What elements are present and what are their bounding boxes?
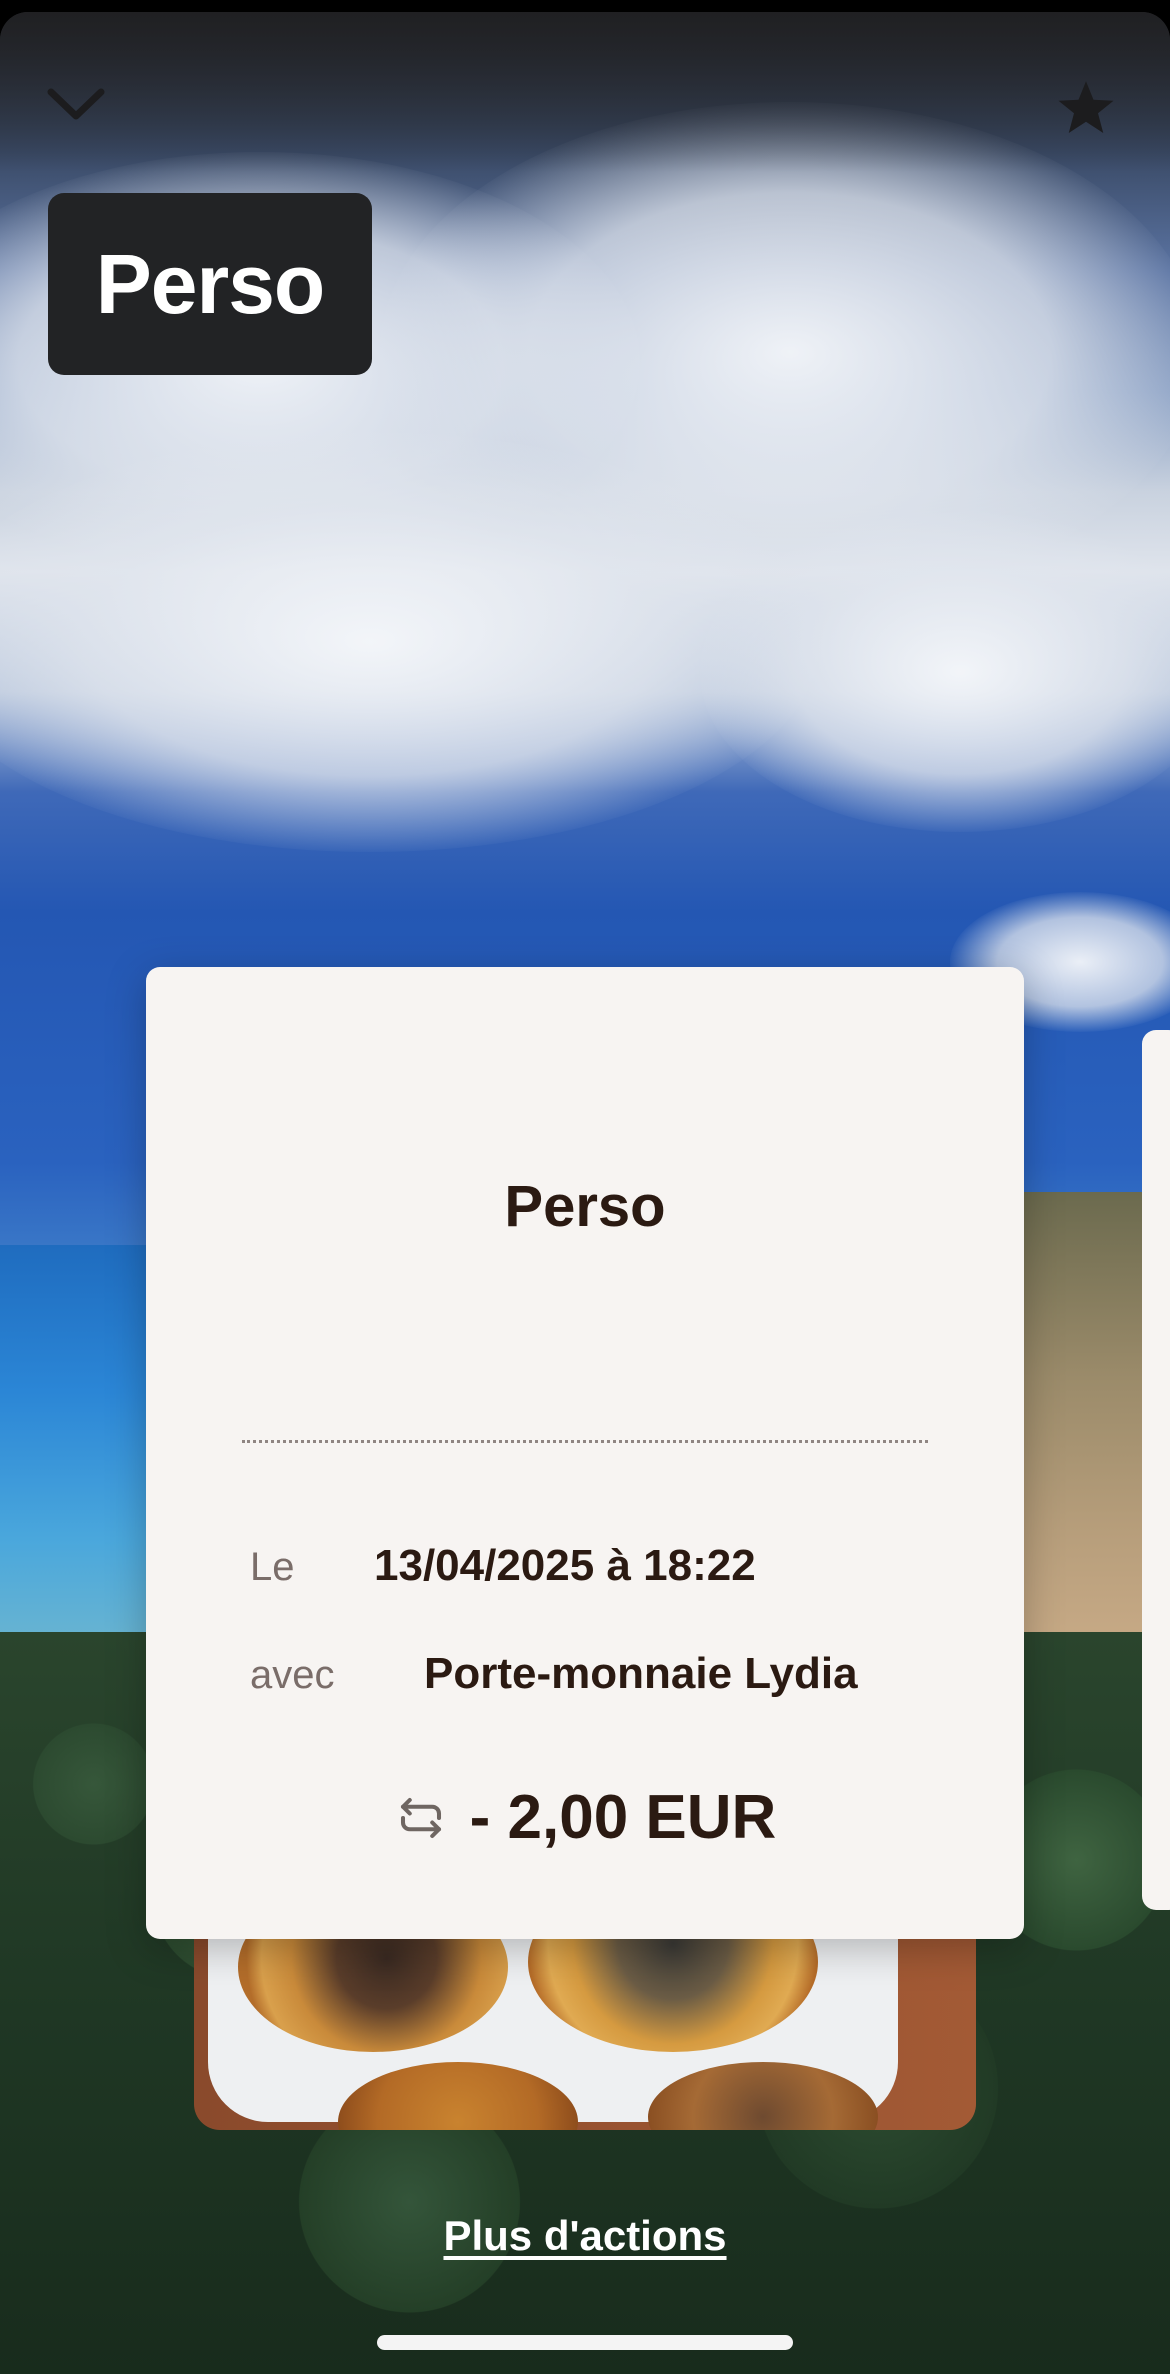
transaction-amount: - 2,00 EUR [469, 1783, 777, 1852]
repeat-icon [400, 1797, 441, 1838]
receipt-title: Perso [504, 1174, 666, 1239]
star-icon [1058, 81, 1114, 133]
date-label: Le [250, 1545, 295, 1589]
amount-row: - 2,00 EUR [146, 1782, 1024, 1853]
collapse-button[interactable] [36, 64, 116, 144]
transaction-detail-screen: Perso Perso Le 13/04/2025 à 18:22 avec P… [0, 12, 1170, 2374]
home-indicator[interactable] [377, 2335, 793, 2350]
favorite-button[interactable] [1046, 68, 1126, 148]
payment-method-label: avec [250, 1653, 335, 1697]
payment-method-value: Porte-monnaie Lydia [424, 1649, 858, 1698]
receipt-divider [242, 1440, 928, 1443]
more-actions-container: Plus d'actions [0, 2212, 1170, 2260]
tart-shape [338, 2062, 578, 2130]
receipt-card: Perso Le 13/04/2025 à 18:22 avec Porte-m… [146, 967, 1024, 1939]
date-value: 13/04/2025 à 18:22 [374, 1541, 756, 1590]
top-bar [0, 12, 1170, 172]
next-receipt-card-peek[interactable] [1142, 1030, 1170, 1910]
account-chip: Perso [48, 193, 372, 375]
more-actions-link[interactable]: Plus d'actions [443, 2212, 726, 2259]
chevron-down-icon [47, 88, 105, 120]
tart-shape [648, 2062, 878, 2130]
